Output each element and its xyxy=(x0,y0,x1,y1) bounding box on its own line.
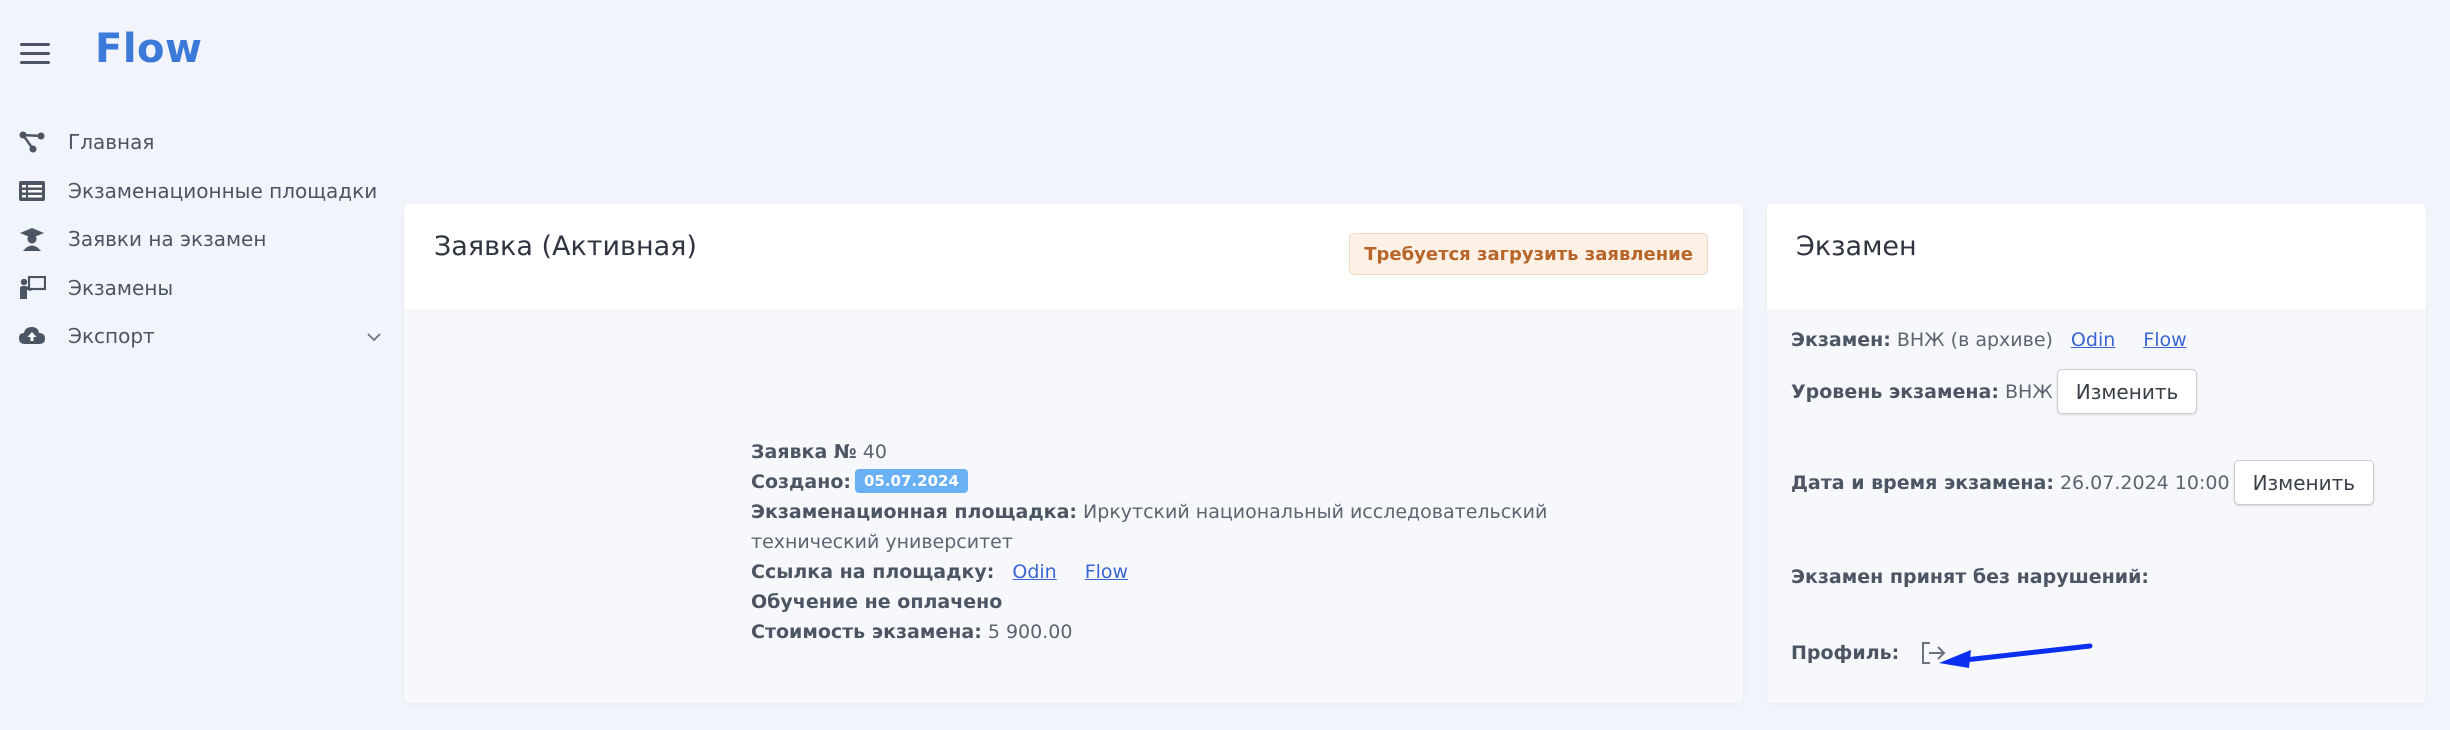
menu-toggle-icon[interactable] xyxy=(20,43,50,65)
exam-card-header: Экзамен xyxy=(1767,204,2426,309)
exam-datetime-row: Дата и время экзамена: 26.07.2024 10:00 … xyxy=(1791,460,2375,505)
exam-name-value: ВНЖ (в архиве) xyxy=(1896,329,2053,351)
cost-label: Стоимость экзамена: xyxy=(751,621,982,643)
sidebar-nav: Главная Экзаменационные площадки Заявки … xyxy=(18,118,383,361)
sidebar-item-applications[interactable]: Заявки на экзамен xyxy=(18,215,383,264)
application-details: Заявка № 40 Создано: 05.07.2024 Экзаменац… xyxy=(751,437,1651,647)
application-card-body: Заявка № 40 Создано: 05.07.2024 Экзаменац… xyxy=(404,309,1743,703)
exam-datetime-value: 26.07.2024 10:00 xyxy=(2059,471,2230,494)
sidebar-item-export[interactable]: Экспорт xyxy=(18,312,383,361)
sidebar-item-label: Экспорт xyxy=(68,324,155,349)
venue-link-odin[interactable]: Odin xyxy=(1012,561,1056,583)
application-number-label: Заявка № xyxy=(751,441,857,463)
payment-status: Обучение не оплачено xyxy=(751,591,1003,613)
exam-link-odin[interactable]: Odin xyxy=(2071,329,2115,351)
cloud-upload-icon xyxy=(18,322,50,350)
venue-link-flow[interactable]: Flow xyxy=(1085,561,1128,583)
application-number-value: 40 xyxy=(862,441,887,463)
exam-card-body: Экзамен: ВНЖ (в архиве) Odin Flow Уровен… xyxy=(1767,309,2426,703)
exam-datetime-label: Дата и время экзамена: xyxy=(1791,471,2054,494)
exam-name-row: Экзамен: ВНЖ (в архиве) Odin Flow xyxy=(1791,329,2187,351)
sidebar-item-label: Заявки на экзамен xyxy=(68,227,267,252)
exam-level-label: Уровень экзамена: xyxy=(1791,380,1999,403)
exam-card: Экзамен Экзамен: ВНЖ (в архиве) Odin Flo… xyxy=(1767,204,2426,703)
application-title: Заявка (Активная) xyxy=(434,231,697,262)
chevron-down-icon[interactable] xyxy=(365,328,383,346)
cost-row: Стоимость экзамена: 5 900.00 xyxy=(751,617,1651,647)
graph-nodes-icon xyxy=(18,128,50,156)
cost-value: 5 900.00 xyxy=(987,621,1073,643)
profile-row: Профиль: xyxy=(1791,637,1949,669)
list-icon xyxy=(18,177,50,205)
exam-level-value: ВНЖ xyxy=(2004,380,2053,403)
teacher-board-icon xyxy=(18,274,50,302)
venue-link-row: Ссылка на площадку: Odin Flow xyxy=(751,557,1651,587)
annotation-arrow xyxy=(1939,643,2093,668)
exam-name-label: Экзамен: xyxy=(1791,329,1891,351)
sidebar-item-venues[interactable]: Экзаменационные площадки xyxy=(18,167,383,216)
sidebar-item-label: Экзаменационные площадки xyxy=(68,178,378,203)
sidebar-item-home[interactable]: Главная xyxy=(18,118,383,167)
app-root: Flow Главная Экзаменационные площадки За… xyxy=(0,0,2450,730)
app-logo[interactable]: Flow xyxy=(95,26,202,72)
venue-link-label: Ссылка на площадку: xyxy=(751,561,995,583)
profile-label: Профиль: xyxy=(1791,642,1900,664)
sidebar-item-label: Экзамены xyxy=(68,275,174,300)
exam-accepted-row: Экзамен принят без нарушений: xyxy=(1791,566,2155,588)
exam-accepted-label: Экзамен принят без нарушений: xyxy=(1791,566,2150,588)
application-card: Заявка (Активная) Требуется загрузить за… xyxy=(404,204,1743,703)
created-date-badge: 05.07.2024 xyxy=(854,469,968,493)
graduate-icon xyxy=(18,225,50,253)
created-row: Создано: 05.07.2024 xyxy=(751,467,1651,497)
payment-status-row: Обучение не оплачено xyxy=(751,587,1651,617)
sidebar-item-exams[interactable]: Экзамены xyxy=(18,264,383,313)
created-label: Создано: xyxy=(751,471,851,493)
venue-label: Экзаменационная площадка: xyxy=(751,501,1077,523)
exam-link-flow[interactable]: Flow xyxy=(2143,329,2186,351)
venue-row: Экзаменационная площадка: Иркутский наци… xyxy=(751,497,1651,557)
change-level-button[interactable]: Изменить xyxy=(2056,369,2198,414)
exam-level-row: Уровень экзамена: ВНЖ Изменить xyxy=(1791,369,2198,414)
change-datetime-button[interactable]: Изменить xyxy=(2233,460,2375,505)
upload-required-badge: Требуется загрузить заявление xyxy=(1349,233,1708,275)
application-number-row: Заявка № 40 xyxy=(751,437,1651,467)
exam-title: Экзамен xyxy=(1796,231,1917,262)
sidebar-item-label: Главная xyxy=(68,130,155,155)
application-card-header: Заявка (Активная) Требуется загрузить за… xyxy=(404,204,1743,309)
